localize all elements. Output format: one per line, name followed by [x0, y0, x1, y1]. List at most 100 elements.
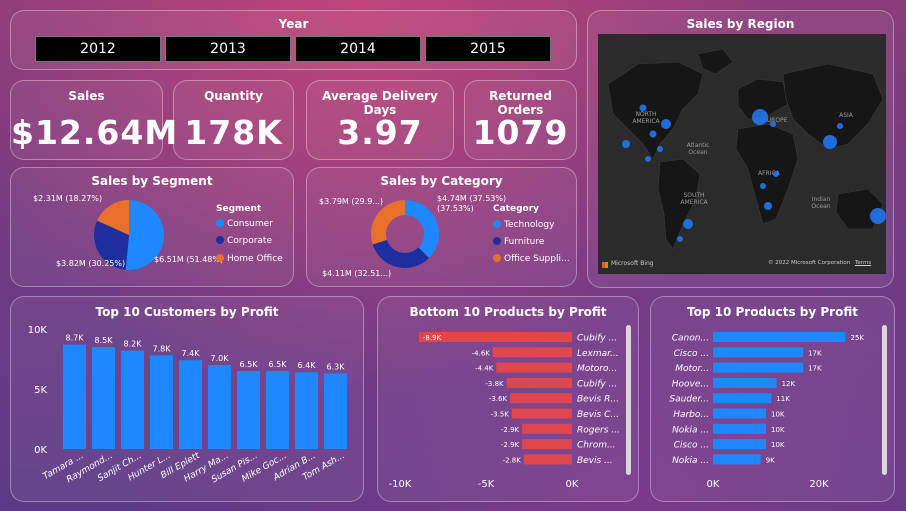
- bar-bevis[interactable]: [523, 454, 572, 465]
- data-label: 17K: [808, 365, 822, 373]
- bar-nokia[interactable]: [713, 423, 766, 434]
- kpi-label-sales: Sales: [68, 89, 105, 103]
- kpi-label-quantity: Quantity: [204, 89, 263, 103]
- year-button-2013[interactable]: 2013: [165, 36, 291, 62]
- bar-harry-ma[interactable]: [208, 365, 231, 449]
- bubble-ca: [645, 156, 651, 162]
- bar-tom-ash[interactable]: [324, 373, 347, 449]
- bar-bevis-c[interactable]: [511, 408, 572, 419]
- segment-legend-consumer-label: Consumer: [227, 219, 273, 229]
- y-tick-label: Cisco ...: [674, 441, 709, 451]
- slice-furniture[interactable]: [372, 239, 430, 268]
- slice-technology[interactable]: [405, 200, 440, 259]
- top-products-scrollbar[interactable]: [882, 325, 887, 475]
- bar-mike-goc[interactable]: [266, 371, 289, 449]
- data-label: 8.7K: [66, 334, 85, 343]
- bottom-products-chart: -8.9K Cubify ... -4.6K Lexmar... -4.4K Motoro…: [389, 332, 620, 490]
- category-label-technology: $4.74M (37.53%): [437, 194, 506, 203]
- bubble-as-2: [837, 123, 843, 129]
- bar-nokia[interactable]: [713, 454, 761, 465]
- kpi-card-delivery-days: Average Delivery Days 3.97: [306, 80, 454, 160]
- bar-sauder[interactable]: [713, 393, 772, 404]
- category-legend-title: Category: [493, 204, 540, 214]
- data-label: 9K: [766, 456, 775, 464]
- bar-susan-pis[interactable]: [237, 371, 260, 449]
- bar-cisco[interactable]: [713, 439, 766, 450]
- bar-bill-eplett[interactable]: [179, 360, 202, 449]
- y-tick-label: Harbo...: [673, 410, 709, 420]
- category-legend-furniture[interactable]: Furniture: [493, 237, 544, 247]
- bubble-sa-1: [683, 219, 693, 229]
- segment-label-consumer: $6.51M (51.48%): [154, 255, 223, 264]
- segment-legend-title: Segment: [216, 204, 262, 214]
- segment-label-corporate: $3.82M (30.25%): [56, 259, 125, 268]
- category-legend-office-supplies-label: Office Suppli...: [504, 254, 570, 264]
- bar-cubify[interactable]: [506, 377, 572, 388]
- y-tick-label: Cubify ...: [577, 379, 617, 389]
- data-label: 7.4K: [182, 349, 201, 358]
- year-button-2012[interactable]: 2012: [35, 36, 161, 62]
- bar-sanjit-ch[interactable]: [121, 350, 144, 449]
- bubble-af-2: [760, 183, 766, 189]
- bar-cubify[interactable]: [418, 332, 572, 342]
- bubble-au: [870, 208, 886, 224]
- data-label: 8.2K: [124, 340, 143, 349]
- category-legend-technology-label: Technology: [504, 220, 555, 230]
- bar-hunter-l[interactable]: [150, 355, 173, 449]
- bubble-eu-1: [752, 109, 768, 125]
- data-label: -4.6K: [472, 349, 491, 357]
- bar-adrian-b[interactable]: [295, 372, 318, 449]
- map-terms-link[interactable]: Terms: [855, 260, 871, 266]
- segment-legend-corporate[interactable]: Corporate: [216, 236, 272, 246]
- year-slicer-title: Year: [278, 17, 309, 31]
- bar-bevis-r[interactable]: [510, 393, 572, 404]
- bar-harbo[interactable]: [713, 408, 766, 419]
- world-map[interactable]: NORTH AMERICA Atlantic Ocean EUROPE ASIA…: [598, 34, 886, 274]
- x-tick-label: -10K: [389, 479, 412, 490]
- y-tick-label: Lexmar...: [577, 349, 619, 359]
- y-tick-label: Bevis R...: [577, 395, 619, 405]
- y-tick-label: Motoro...: [577, 364, 617, 374]
- legend-dot-icon: [216, 236, 224, 244]
- map-bubbles: [622, 104, 886, 242]
- kpi-card-returned-orders: Returned Orders 1079: [464, 80, 577, 160]
- bar-motoro[interactable]: [496, 362, 572, 373]
- data-label: 11K: [776, 395, 790, 403]
- bar-hoove[interactable]: [713, 377, 777, 388]
- y-tick-label: Cisco ...: [674, 349, 709, 359]
- bottom-products-card: Bottom 10 Products by Profit -8.9K Cubify…: [377, 296, 639, 502]
- bar-chrom[interactable]: [522, 439, 572, 450]
- segment-legend-consumer[interactable]: Consumer: [216, 219, 273, 229]
- data-label: 8.5K: [95, 336, 114, 345]
- bar-raymond[interactable]: [92, 347, 115, 449]
- bar-motor[interactable]: [713, 362, 804, 373]
- kpi-card-quantity: Quantity 178K: [173, 80, 294, 160]
- bottom-products-scrollbar[interactable]: [626, 325, 631, 475]
- category-legend-office-supplies[interactable]: Office Suppli...: [493, 254, 570, 264]
- x-tick-label: 0K: [707, 479, 720, 490]
- sales-by-region-card: Sales by Region NORTH AMERICA Atlantic O…: [587, 10, 894, 288]
- bar-tamara[interactable]: [63, 344, 86, 449]
- bubble-af-3: [764, 202, 772, 210]
- top-customers-chart: 0K5K10K 8.7KTamara ...8.5KRaymond...8.2K…: [28, 325, 347, 485]
- slice-office-suppli[interactable]: [371, 200, 405, 245]
- bubble-as-1: [823, 135, 837, 149]
- bar-cisco[interactable]: [713, 347, 804, 358]
- year-button-2015[interactable]: 2015: [425, 36, 551, 62]
- y-tick-label: 10K: [28, 325, 48, 336]
- category-legend-furniture-label: Furniture: [504, 237, 545, 247]
- y-tick-label: Sauder...: [669, 395, 709, 405]
- category-legend-technology[interactable]: Technology: [493, 220, 554, 230]
- data-label: 10K: [771, 411, 785, 419]
- legend-dot-icon: [493, 220, 501, 228]
- legend-dot-icon: [493, 237, 501, 245]
- x-tick-label: -5K: [478, 479, 495, 490]
- bar-rogers[interactable]: [522, 423, 572, 434]
- kpi-value-delivery-days: 3.97: [337, 113, 423, 152]
- year-button-2014[interactable]: 2014: [295, 36, 421, 62]
- segment-legend-home-office[interactable]: Home Office: [216, 254, 283, 264]
- bubble-sa-2: [677, 236, 683, 242]
- bar-lexmar[interactable]: [492, 347, 572, 358]
- y-tick-label: Rogers ...: [577, 425, 620, 435]
- bar-canon[interactable]: [713, 332, 846, 342]
